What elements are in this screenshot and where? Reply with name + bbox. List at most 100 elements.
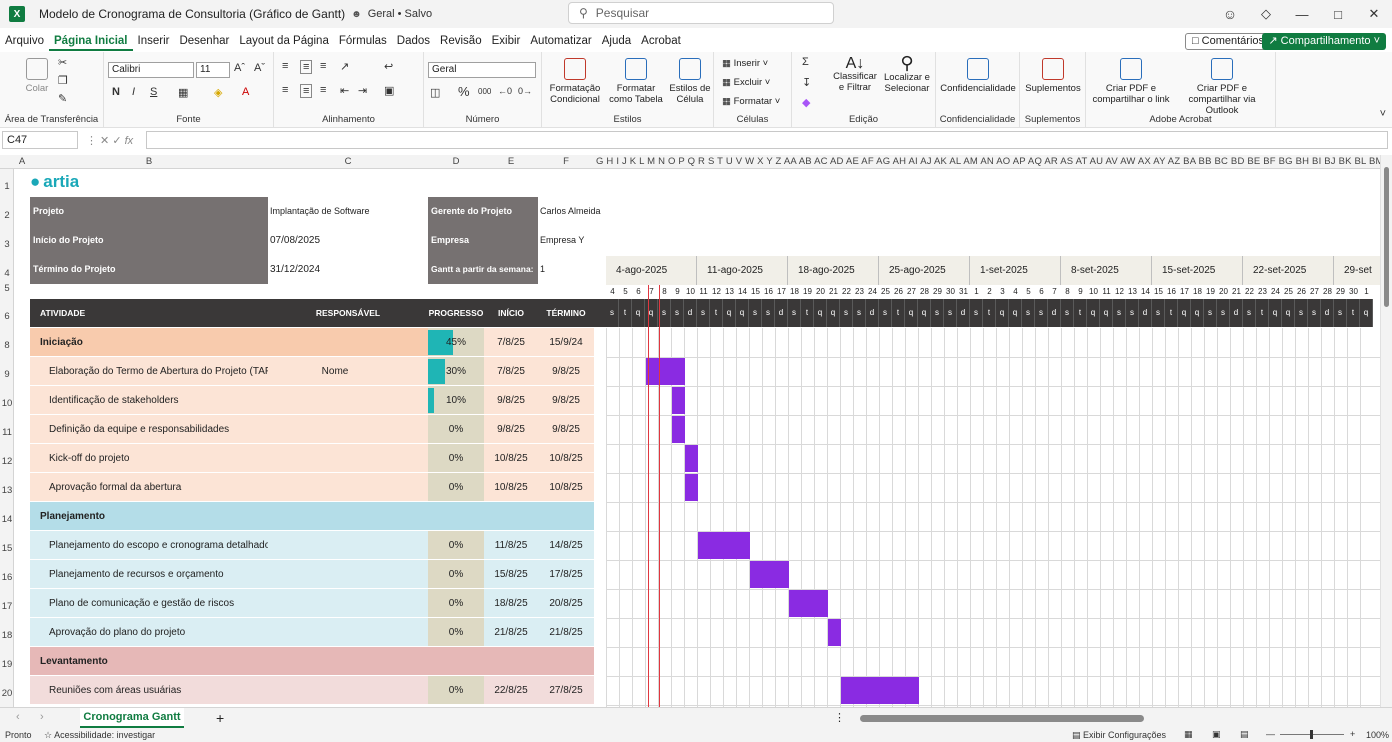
- currency-icon[interactable]: ◫: [430, 86, 440, 99]
- task-end[interactable]: 14/8/25: [538, 531, 594, 560]
- name-box[interactable]: C47: [2, 131, 78, 149]
- row-header[interactable]: 3: [0, 239, 14, 250]
- col-header-c[interactable]: C: [268, 156, 428, 167]
- task-end[interactable]: 21/8/25: [538, 618, 594, 647]
- paste-button[interactable]: Colar: [22, 58, 52, 94]
- share-button[interactable]: ↗ Compartilhamento ˅: [1262, 33, 1386, 50]
- task-responsible[interactable]: [268, 473, 428, 502]
- sort-filter-button[interactable]: A↓ Classificar e Filtrar: [832, 56, 878, 94]
- start-value[interactable]: 07/08/2025: [270, 226, 426, 255]
- task-progress[interactable]: 0%: [428, 473, 484, 502]
- decrease-indent-icon[interactable]: ⇤: [340, 84, 349, 97]
- menu-tab-9[interactable]: Automatizar: [525, 35, 596, 47]
- task-progress[interactable]: 10%: [428, 386, 484, 415]
- task-progress[interactable]: 0%: [428, 531, 484, 560]
- task-name[interactable]: Definição da equipe e responsabilidades: [30, 415, 268, 444]
- task-name[interactable]: Aprovação do plano do projeto: [30, 618, 268, 647]
- row-header[interactable]: 14: [0, 514, 14, 525]
- task-start[interactable]: 15/8/25: [484, 560, 538, 589]
- align-right-icon[interactable]: ≡: [320, 84, 326, 96]
- align-bottom-icon[interactable]: ≡: [320, 60, 326, 72]
- menu-tab-7[interactable]: Revisão: [435, 35, 487, 47]
- task-progress[interactable]: 30%: [428, 357, 484, 386]
- display-settings-button[interactable]: ▤ Exibir Configurações: [1072, 730, 1166, 741]
- task-responsible[interactable]: [268, 444, 428, 473]
- horizontal-scroll-thumb[interactable]: [860, 715, 1144, 722]
- task-end[interactable]: 17/8/25: [538, 560, 594, 589]
- row-header[interactable]: 4: [0, 268, 14, 279]
- menu-tab-10[interactable]: Ajuda: [597, 35, 636, 47]
- task-progress[interactable]: 0%: [428, 560, 484, 589]
- format-cells-button[interactable]: ▦ Formatar ˅: [722, 96, 780, 107]
- task-progress[interactable]: [428, 502, 484, 531]
- task-end[interactable]: 10/8/25: [538, 444, 594, 473]
- gantt-bar[interactable]: [685, 474, 698, 501]
- task-start[interactable]: 18/8/25: [484, 589, 538, 618]
- accessibility-status[interactable]: ☆ Acessibilidade: investigar: [44, 730, 155, 741]
- task-name[interactable]: Aprovação formal da abertura: [30, 473, 268, 502]
- task-start[interactable]: 21/8/25: [484, 618, 538, 647]
- manager-value[interactable]: Carlos Almeida: [540, 197, 604, 226]
- menu-tab-8[interactable]: Exibir: [487, 35, 526, 47]
- zoom-level[interactable]: 100%: [1366, 730, 1389, 740]
- task-responsible[interactable]: [268, 589, 428, 618]
- task-name[interactable]: Reuniões com áreas usuárias: [30, 676, 268, 705]
- task-responsible[interactable]: [268, 676, 428, 705]
- row-header[interactable]: 9: [0, 369, 14, 380]
- menu-tab-5[interactable]: Fórmulas: [334, 35, 392, 47]
- fill-color-icon[interactable]: ◈: [214, 86, 222, 99]
- task-end[interactable]: [538, 647, 594, 676]
- gantt-bar[interactable]: [672, 416, 685, 443]
- close-button[interactable]: ✕: [1356, 6, 1392, 22]
- week-value[interactable]: 1: [540, 255, 604, 284]
- row-header[interactable]: 8: [0, 340, 14, 351]
- thousands-button[interactable]: 000: [478, 87, 491, 96]
- task-responsible[interactable]: [268, 386, 428, 415]
- task-name[interactable]: Plano de comunicação e gestão de riscos: [30, 589, 268, 618]
- menu-tab-2[interactable]: Inserir: [133, 35, 175, 47]
- gantt-bar[interactable]: [685, 445, 698, 472]
- merge-icon[interactable]: ▣: [384, 84, 394, 97]
- font-color-icon[interactable]: A: [242, 86, 249, 98]
- conditional-format-button[interactable]: Formatação Condicional: [546, 58, 604, 105]
- task-start[interactable]: 22/8/25: [484, 676, 538, 705]
- align-top-icon[interactable]: ≡: [282, 60, 288, 72]
- task-end[interactable]: 10/8/25: [538, 473, 594, 502]
- document-title[interactable]: Modelo de Cronograma de Consultoria (Grá…: [39, 7, 345, 21]
- menu-tab-11[interactable]: Acrobat: [636, 35, 686, 47]
- task-start[interactable]: [484, 502, 538, 531]
- diamond-icon[interactable]: ◇: [1248, 6, 1284, 22]
- gantt-bar[interactable]: [841, 677, 919, 704]
- fx-icon[interactable]: ⋮ ✕ ✓ fx: [86, 134, 146, 147]
- task-start[interactable]: 7/8/25: [484, 328, 538, 357]
- zoom-thumb[interactable]: [1310, 730, 1313, 739]
- next-sheet-icon[interactable]: ›: [40, 711, 44, 723]
- tab-splitter-icon[interactable]: ⋮: [834, 711, 845, 724]
- menu-tab-0[interactable]: Arquivo: [0, 35, 49, 47]
- row-header[interactable]: 13: [0, 485, 14, 496]
- task-responsible[interactable]: [268, 618, 428, 647]
- save-state[interactable]: Geral • Salvo: [368, 8, 432, 20]
- col-header-f[interactable]: F: [538, 156, 594, 167]
- find-select-button[interactable]: ⚲ Localizar e Selecionar: [880, 54, 934, 94]
- menu-tab-3[interactable]: Desenhar: [174, 35, 234, 47]
- create-pdf-outlook-button[interactable]: Criar PDF e compartilhar via Outlook: [1172, 58, 1272, 116]
- task-responsible[interactable]: [268, 328, 428, 357]
- insert-cells-button[interactable]: ▦ Inserir ˅: [722, 58, 768, 69]
- row-header[interactable]: 18: [0, 630, 14, 641]
- italic-button[interactable]: I: [132, 86, 135, 98]
- phase-name[interactable]: Planejamento: [30, 502, 268, 531]
- zoom-in-button[interactable]: +: [1350, 729, 1355, 739]
- row-header[interactable]: 15: [0, 543, 14, 554]
- gantt-bar[interactable]: [789, 590, 828, 617]
- task-end[interactable]: 9/8/25: [538, 357, 594, 386]
- menu-tab-6[interactable]: Dados: [392, 35, 435, 47]
- align-left-icon[interactable]: ≡: [282, 84, 288, 96]
- task-responsible[interactable]: [268, 415, 428, 444]
- align-center-icon[interactable]: ≡: [300, 84, 313, 98]
- row-header[interactable]: 17: [0, 601, 14, 612]
- search-input[interactable]: ⚲ Pesquisar: [568, 2, 834, 24]
- task-progress[interactable]: 0%: [428, 589, 484, 618]
- cell-styles-button[interactable]: Estilos de Célula: [668, 58, 712, 105]
- task-responsible[interactable]: [268, 647, 428, 676]
